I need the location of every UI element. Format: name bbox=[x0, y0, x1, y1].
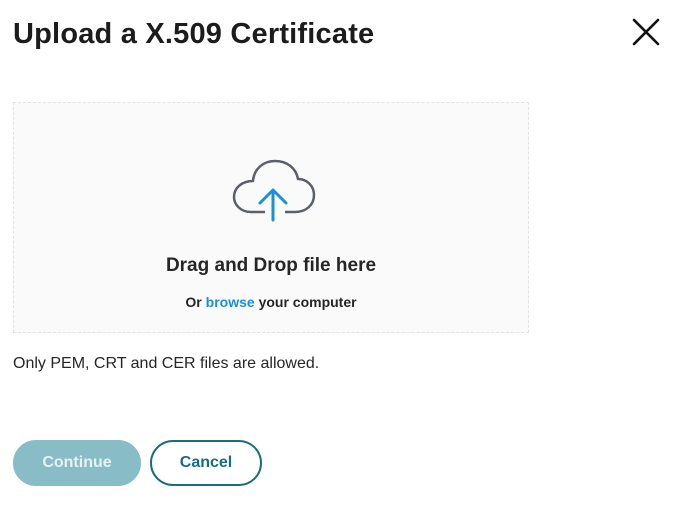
file-dropzone[interactable]: Drag and Drop file here Or browse your c… bbox=[13, 102, 529, 333]
dialog-title: Upload a X.509 Certificate bbox=[13, 18, 375, 50]
close-icon bbox=[632, 18, 660, 46]
continue-button[interactable]: Continue bbox=[13, 440, 141, 486]
dropzone-subtext-suffix: your computer bbox=[258, 294, 357, 310]
cancel-button[interactable]: Cancel bbox=[150, 440, 262, 486]
dropzone-subtext-prefix: Or bbox=[185, 294, 202, 310]
close-button[interactable] bbox=[628, 14, 664, 50]
cloud-upload-icon bbox=[227, 157, 319, 223]
browse-link[interactable]: browse bbox=[206, 294, 255, 310]
dropzone-heading: Drag and Drop file here bbox=[165, 255, 377, 276]
dropzone-subtext: Or browse your computer bbox=[14, 294, 528, 310]
allowed-file-types-hint: Only PEM, CRT and CER files are allowed. bbox=[13, 355, 320, 372]
upload-certificate-dialog: Upload a X.509 Certificate Drag and Drop… bbox=[0, 0, 679, 517]
